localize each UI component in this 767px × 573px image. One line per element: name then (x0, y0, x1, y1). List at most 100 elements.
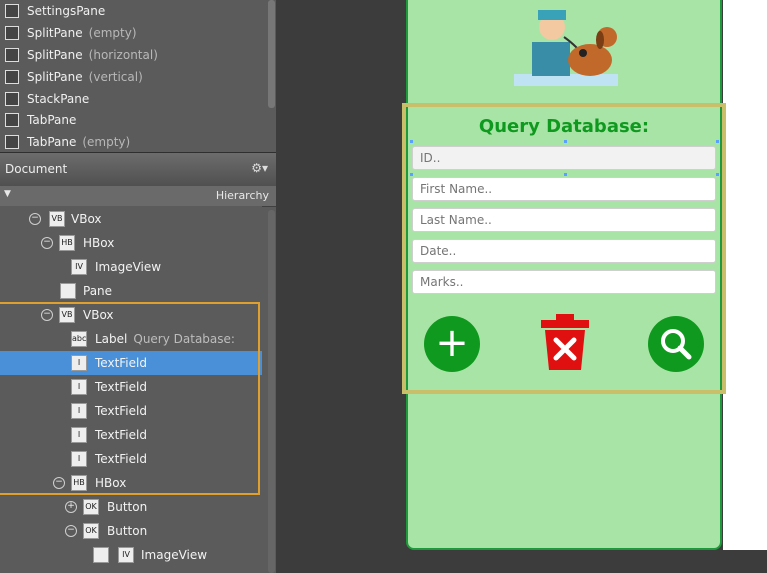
tree-node-label-node[interactable]: abc Label Query Database: (0, 327, 262, 351)
tree-node-vbox-inner[interactable]: − VB VBox (0, 303, 262, 327)
search-button[interactable] (648, 316, 704, 372)
plus-icon: + (435, 320, 469, 366)
library-list: SettingsPane SplitPane (empty) SplitPane (… (0, 0, 263, 152)
tree-node-imageview[interactable]: IV ImageView (0, 543, 262, 567)
tree-node-label: Label Query Database: (95, 332, 235, 346)
library-item-note: (horizontal) (88, 48, 158, 62)
gear-icon[interactable]: ⚙▾ (251, 161, 268, 175)
textfield-icon: I (71, 427, 87, 443)
splitpane-icon (5, 26, 19, 40)
tree-node-label: TextField (95, 356, 147, 370)
add-button[interactable]: + (424, 316, 480, 372)
splitpane-icon (5, 48, 19, 62)
library-item-stackpane[interactable]: StackPane (0, 88, 262, 110)
resize-handle[interactable] (410, 173, 413, 176)
pane-icon (60, 283, 76, 299)
imageview-icon (93, 547, 109, 563)
collapse-toggle-icon[interactable]: − (41, 309, 53, 321)
vet-dog-illustration-icon (514, 10, 618, 86)
resize-handle[interactable] (716, 140, 719, 143)
tree-node-label: TextField (95, 428, 147, 442)
tree-node-button[interactable]: + OK Button (0, 495, 262, 519)
imageview-icon: IV (118, 547, 134, 563)
splitpane-icon (5, 70, 19, 84)
library-item-note: (empty) (88, 26, 137, 40)
vbox-icon: VB (59, 307, 75, 323)
stackpane-icon (5, 92, 19, 106)
tree-node-label: ImageView (95, 260, 162, 274)
collapse-toggle-icon[interactable]: − (65, 525, 77, 537)
button-icon: OK (83, 523, 99, 539)
tree-node-imageview[interactable]: IV ImageView (0, 255, 262, 279)
imageview-icon: IV (71, 259, 87, 275)
collapse-toggle-icon[interactable]: − (41, 237, 53, 249)
tree-node-label: TextField (95, 404, 147, 418)
hierarchy-header[interactable]: ▼ Hierarchy (0, 186, 276, 207)
resize-handle[interactable] (716, 173, 719, 176)
settingspane-icon (5, 4, 19, 18)
library-item-splitpane-horizontal[interactable]: SplitPane (horizontal) (0, 44, 262, 66)
hierarchy-tree: − VB VBox − HB HBox IV ImageView Pane − … (0, 206, 262, 573)
library-item-tabpane[interactable]: TabPane (0, 109, 262, 131)
textfield-icon: I (71, 403, 87, 419)
resize-handle[interactable] (410, 140, 413, 143)
tree-node-label: ImageView (141, 548, 208, 562)
tree-node-button[interactable]: − OK Button (0, 519, 262, 543)
library-item-label: StackPane (27, 92, 90, 106)
tree-node-hbox[interactable]: − HB HBox (0, 231, 262, 255)
tree-node-note: Query Database: (133, 332, 235, 346)
label-icon: abc (71, 331, 87, 347)
collapse-toggle-icon[interactable]: − (29, 213, 41, 225)
tree-node-pane[interactable]: Pane (0, 279, 262, 303)
textfield-icon: I (71, 355, 87, 371)
tree-node-label: VBox (71, 212, 102, 226)
first-name-field[interactable] (412, 177, 716, 201)
collapse-arrow-icon[interactable]: ▼ (4, 189, 11, 199)
delete-button[interactable] (539, 312, 591, 372)
document-header[interactable]: Document ⚙▾ (0, 152, 276, 187)
document-title: Document (5, 162, 68, 176)
library-item-tabpane-empty[interactable]: TabPane (empty) (0, 131, 262, 153)
tree-node-textfield[interactable]: I TextField (0, 423, 262, 447)
expand-toggle-icon[interactable]: + (65, 501, 77, 513)
resize-handle[interactable] (564, 173, 567, 176)
tree-node-textfield[interactable]: I TextField (0, 399, 262, 423)
left-panel: SettingsPane SplitPane (empty) SplitPane (… (0, 0, 276, 573)
tree-node-label: TextField (95, 452, 147, 466)
library-item-label: SplitPane (27, 26, 83, 40)
library-item-settingspane[interactable]: SettingsPane (0, 0, 262, 22)
canvas-background (723, 0, 767, 550)
hbox-icon: HB (59, 235, 75, 251)
library-scrollbar[interactable] (268, 0, 275, 108)
id-field[interactable] (412, 146, 716, 170)
tree-node-textfield[interactable]: I TextField (0, 375, 262, 399)
hbox-icon: HB (71, 475, 87, 491)
library-item-splitpane-empty[interactable]: SplitPane (empty) (0, 22, 262, 44)
tree-node-textfield-selected[interactable]: I TextField (0, 351, 262, 375)
tree-node-label: VBox (83, 308, 114, 322)
tree-node-hbox-buttons[interactable]: − HB HBox (0, 471, 262, 495)
tree-node-label: HBox (83, 236, 115, 250)
tree-node-label: HBox (95, 476, 127, 490)
collapse-toggle-icon[interactable]: − (53, 477, 65, 489)
textfield-icon: I (71, 451, 87, 467)
hierarchy-scrollbar[interactable] (268, 210, 275, 573)
date-field[interactable] (412, 239, 716, 263)
last-name-field[interactable] (412, 208, 716, 232)
tabpane-icon (5, 113, 19, 127)
library-item-splitpane-vertical[interactable]: SplitPane (vertical) (0, 66, 262, 88)
vbox-icon: VB (49, 211, 65, 227)
tree-node-label: Button (107, 500, 148, 514)
marks-field[interactable] (412, 270, 716, 294)
hierarchy-title: Hierarchy (215, 189, 269, 202)
library-item-label: TabPane (27, 113, 77, 127)
library-item-label: SplitPane (27, 48, 83, 62)
tree-node-label: Pane (83, 284, 113, 298)
tree-node-vbox[interactable]: − VB VBox (0, 207, 262, 231)
library-item-label: TabPane (27, 135, 77, 149)
resize-handle[interactable] (564, 140, 567, 143)
library-item-label: SplitPane (27, 70, 83, 84)
tabpane-icon (5, 135, 19, 149)
tree-node-type: Label (95, 332, 128, 346)
tree-node-textfield[interactable]: I TextField (0, 447, 262, 471)
